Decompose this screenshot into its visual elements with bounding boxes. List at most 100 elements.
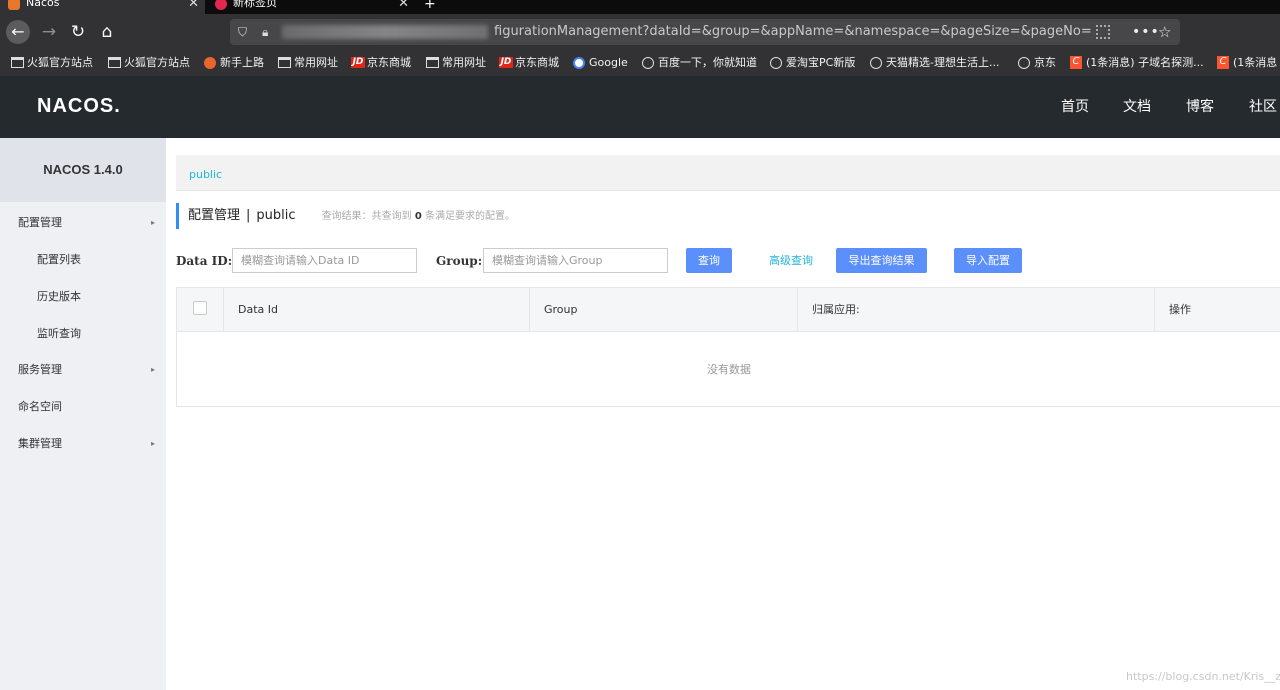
query-result-summary: 查询结果：共查询到 0 条满足要求的配置。	[321, 211, 516, 222]
column-header-group[interactable]: Group	[529, 288, 797, 332]
csdn-icon: C	[1070, 56, 1082, 69]
result-count: 0	[414, 211, 422, 222]
query-button[interactable]: 查询	[686, 248, 732, 273]
dataid-label: Data ID:	[176, 254, 233, 268]
title-separator: |	[246, 208, 251, 223]
firefox-icon	[204, 57, 216, 69]
folder-icon	[426, 57, 439, 68]
bookmark-item[interactable]: JD 京东商城	[499, 50, 559, 76]
globe-icon	[770, 57, 782, 69]
sidebar-item-label: 命名空间	[18, 400, 62, 413]
column-header-app[interactable]: 归属应用:	[797, 288, 1154, 332]
folder-icon	[11, 57, 24, 68]
reload-icon[interactable]: ↻	[66, 20, 90, 44]
nav-community[interactable]: 社区	[1249, 76, 1277, 138]
qr-code-icon[interactable]	[1096, 25, 1110, 39]
app-header: NACOS. 首页 文档 博客 社区	[0, 76, 1280, 138]
select-all-checkbox[interactable]	[193, 301, 207, 315]
page-title: 配置管理 | public 查询结果：共查询到 0 条满足要求的配置。	[176, 203, 515, 229]
lock-icon[interactable]: 🔒︎	[262, 19, 268, 45]
sidebar-item-label: 历史版本	[37, 290, 81, 303]
tab-title: 新标签页	[233, 0, 277, 9]
page-title-namespace: public	[256, 208, 296, 223]
sidebar-item-cluster-management[interactable]: 集群管理 ▸	[0, 425, 166, 462]
globe-icon	[870, 57, 882, 69]
bookmark-item[interactable]: JD 京东商城	[351, 50, 411, 76]
table-header: Data Id Group 归属应用: 操作	[177, 288, 1280, 332]
advanced-query-link[interactable]: 高级查询	[769, 248, 813, 273]
watermark: https://blog.csdn.net/Kris__zhang	[1126, 670, 1280, 683]
sidebar-item-label: 配置列表	[37, 253, 81, 266]
namespace-bar: public	[176, 155, 1280, 191]
page-title-text: 配置管理	[188, 208, 241, 223]
dataid-search-input[interactable]	[232, 248, 417, 273]
globe-icon	[642, 57, 654, 69]
sidebar-item-config-list[interactable]: 配置列表	[0, 241, 166, 278]
jd-icon: JD	[351, 57, 365, 68]
address-bar[interactable]: ⛉ 🔒︎ figurationManagement?dataId=&group=…	[230, 19, 1180, 45]
url-text[interactable]: figurationManagement?dataId=&group=&appN…	[494, 19, 1092, 45]
home-icon[interactable]: ⌂	[95, 20, 119, 44]
shield-icon[interactable]: ⛉	[238, 19, 247, 45]
browser-tabstrip: Nacos ✕ 新标签页 ✕ +	[0, 0, 1280, 14]
nav-docs[interactable]: 文档	[1123, 76, 1151, 138]
sidebar-item-namespace[interactable]: 命名空间	[0, 388, 166, 425]
forward-arrow-icon[interactable]: →	[37, 20, 61, 44]
nacos-favicon-icon	[8, 0, 20, 10]
column-header-actions: 操作	[1154, 288, 1280, 332]
bookmarks-bar: 火狐官方站点 火狐官方站点 新手上路 常用网址 JD 京东商城 常用网址 JD 京东…	[0, 50, 1280, 76]
bookmark-item[interactable]: C (1条消息	[1217, 50, 1277, 76]
chevron-icon: ▸	[151, 365, 156, 374]
column-header-dataid[interactable]: Data Id	[223, 288, 529, 332]
folder-icon	[108, 57, 121, 68]
folder-icon	[278, 57, 291, 68]
bookmark-item[interactable]: 新手上路	[204, 50, 264, 76]
nav-home[interactable]: 首页	[1061, 76, 1089, 138]
bookmark-item[interactable]: C (1条消息) 子域名探测...	[1070, 50, 1204, 76]
table-empty-message: 没有数据	[707, 363, 751, 376]
bookmark-item[interactable]: 京东	[1018, 50, 1056, 76]
sidebar-item-history[interactable]: 历史版本	[0, 278, 166, 315]
csdn-icon: C	[1217, 56, 1229, 69]
star-icon[interactable]: ☆	[1158, 19, 1171, 45]
url-redacted	[282, 25, 488, 39]
sidebar-item-listener-query[interactable]: 监听查询	[0, 315, 166, 352]
bookmark-item[interactable]: 爱淘宝PC新版	[770, 50, 855, 76]
globe-icon	[1018, 57, 1030, 69]
group-search-input[interactable]	[483, 248, 668, 273]
browser-tab-new[interactable]: 新标签页 ✕	[207, 0, 415, 14]
close-icon[interactable]: ✕	[188, 0, 199, 11]
bookmark-item[interactable]: 百度一下，你就知道	[642, 50, 757, 76]
group-label: Group:	[436, 254, 483, 268]
browser-tab-nacos[interactable]: Nacos ✕	[0, 0, 205, 14]
bookmark-item[interactable]: 常用网址	[426, 50, 486, 76]
tab-title: Nacos	[26, 0, 60, 9]
import-config-button[interactable]: 导入配置	[954, 248, 1022, 273]
jd-icon: JD	[499, 57, 513, 68]
sidebar-item-config-management[interactable]: 配置管理 ▸	[0, 204, 166, 241]
sidebar-item-label: 服务管理	[18, 363, 62, 376]
bookmark-item[interactable]: 火狐官方站点	[11, 50, 93, 76]
new-tab-icon[interactable]: +	[424, 0, 436, 12]
sidebar-item-label: 集群管理	[18, 437, 62, 450]
close-icon[interactable]: ✕	[398, 0, 409, 11]
sidebar-item-service-management[interactable]: 服务管理 ▸	[0, 351, 166, 388]
sidebar-item-label: 配置管理	[18, 216, 62, 229]
sidebar: NACOS 1.4.0 配置管理 ▸ 配置列表 历史版本 监听查询 服务管理 ▸…	[0, 138, 166, 690]
more-icon[interactable]: •••	[1132, 19, 1160, 45]
table-header-select	[177, 288, 223, 332]
export-results-button[interactable]: 导出查询结果	[836, 248, 927, 273]
namespace-link-public[interactable]: public	[189, 155, 222, 195]
firefox-favicon-icon	[215, 0, 227, 10]
bookmark-item[interactable]: Google	[573, 50, 628, 76]
bookmark-item[interactable]: 常用网址	[278, 50, 338, 76]
google-icon	[573, 57, 585, 69]
browser-toolbar: ← → ↻ ⌂ ⛉ 🔒︎ figurationManagement?dataId…	[0, 14, 1280, 50]
bookmark-item[interactable]: 火狐官方站点	[108, 50, 190, 76]
chevron-icon: ▸	[151, 218, 156, 227]
back-arrow-icon[interactable]: ←	[6, 20, 30, 44]
nav-blog[interactable]: 博客	[1186, 76, 1214, 138]
nacos-logo[interactable]: NACOS.	[37, 95, 121, 118]
bookmark-item[interactable]: 天猫精选-理想生活上...	[870, 50, 999, 76]
sidebar-item-label: 监听查询	[37, 327, 81, 340]
